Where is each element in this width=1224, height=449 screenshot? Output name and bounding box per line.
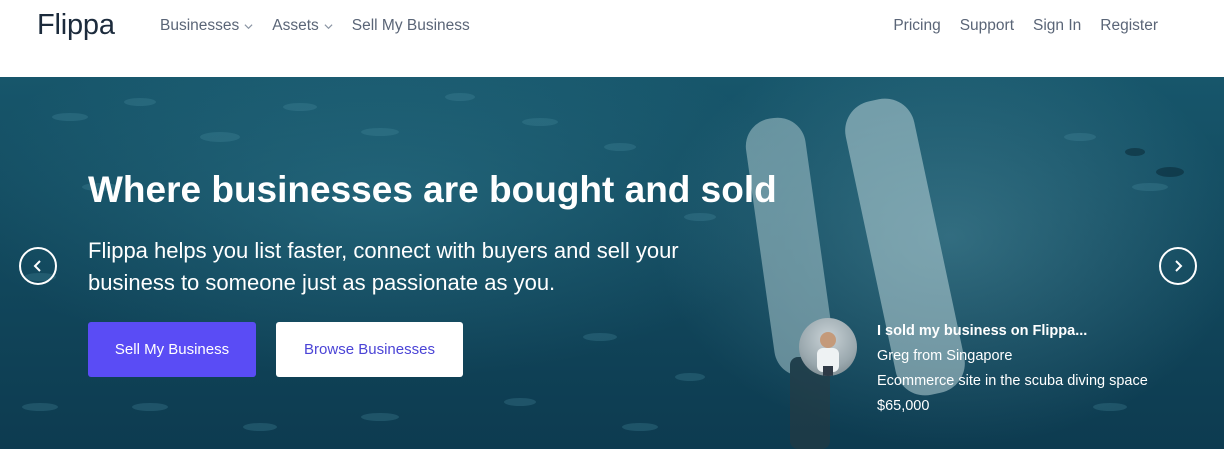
browse-businesses-button[interactable]: Browse Businesses (276, 322, 463, 377)
testimonial-name: Greg from Singapore (877, 348, 1013, 364)
carousel-prev-button[interactable] (19, 247, 57, 285)
carousel-next-button[interactable] (1159, 247, 1197, 285)
chevron-down-icon (324, 23, 333, 29)
chevron-right-icon (1175, 260, 1183, 272)
nav-left-menu: Businesses Assets Sell My Business (160, 16, 489, 36)
testimonial-description: Ecommerce site in the scuba diving space (877, 373, 1148, 389)
testimonial-title: I sold my business on Flippa... (877, 323, 1088, 339)
nav-item-pricing[interactable]: Pricing (893, 16, 940, 36)
nav-item-businesses-label: Businesses (160, 17, 240, 34)
nav-item-assets[interactable]: Assets (272, 16, 333, 36)
avatar (799, 318, 857, 376)
nav-item-sell-my-business-label: Sell My Business (351, 17, 470, 34)
hero-subheadline: Flippa helps you list faster, connect wi… (88, 238, 679, 295)
hero-headline: Where businesses are bought and sold (88, 169, 777, 210)
nav-item-sell-my-business[interactable]: Sell My Business (352, 16, 470, 36)
chevron-down-icon (244, 23, 253, 29)
nav-item-register[interactable]: Register (1100, 16, 1158, 36)
nav-item-sign-in[interactable]: Sign In (1033, 16, 1081, 36)
hero-banner: Where businesses are bought and sold Fli… (0, 77, 1224, 449)
testimonial-card: I sold my business on Flippa... Greg fro… (799, 317, 1199, 437)
flippa-logo[interactable]: Flippa (37, 9, 115, 42)
testimonial-price: $65,000 (877, 398, 930, 414)
sell-my-business-button[interactable]: Sell My Business (88, 322, 256, 377)
top-navigation: Flippa Businesses Assets Sell My Busines… (0, 0, 1224, 77)
nav-item-businesses[interactable]: Businesses (160, 16, 253, 36)
nav-item-support[interactable]: Support (960, 16, 1014, 36)
nav-item-assets-label: Assets (272, 17, 319, 34)
testimonial-text: I sold my business on Flippa... Greg fro… (877, 319, 1148, 419)
nav-right-menu: Pricing Support Sign In Register (874, 16, 1158, 36)
chevron-left-icon (33, 260, 41, 272)
